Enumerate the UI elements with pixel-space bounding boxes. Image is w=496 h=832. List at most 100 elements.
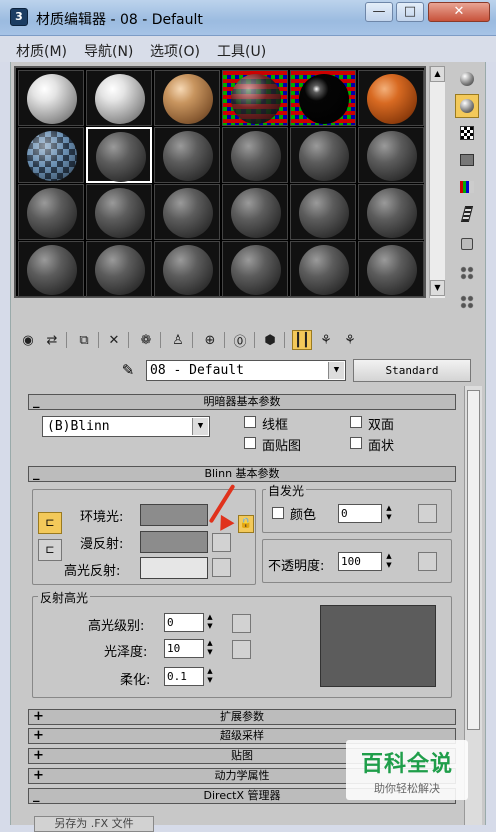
- material-sphere: [231, 131, 281, 181]
- opacity-label: 不透明度:: [268, 559, 325, 574]
- sample-slot[interactable]: [86, 241, 152, 297]
- show-end-result-button[interactable]: ┃┃: [292, 330, 312, 350]
- backlight-button[interactable]: [455, 94, 479, 118]
- sample-slot-selected[interactable]: [86, 127, 152, 183]
- scroll-down-arrow[interactable]: ▼: [430, 280, 445, 296]
- close-button[interactable]: ✕: [428, 2, 490, 22]
- sample-slot[interactable]: [18, 184, 84, 240]
- sample-slot[interactable]: [358, 70, 424, 126]
- material-sphere: [163, 74, 213, 124]
- select-by-material-button[interactable]: [455, 261, 479, 285]
- spec-level-spinner[interactable]: 0: [164, 613, 204, 632]
- opacity-spinner[interactable]: 100: [338, 552, 382, 571]
- backlight-icon: [460, 99, 474, 113]
- sample-type-button[interactable]: [455, 67, 479, 91]
- chevron-down-icon[interactable]: ▼: [192, 418, 208, 435]
- sample-slot[interactable]: [290, 241, 356, 297]
- glossiness-map-button[interactable]: [232, 640, 251, 659]
- menu-navigation[interactable]: 导航(N): [84, 41, 133, 61]
- get-material-button[interactable]: ◉: [18, 330, 38, 350]
- make-preview-button[interactable]: [455, 202, 479, 226]
- sample-slot[interactable]: [86, 184, 152, 240]
- opacity-map-button[interactable]: [418, 552, 437, 571]
- pick-material-eyedropper-icon[interactable]: ✎: [118, 360, 138, 380]
- sample-slot[interactable]: [18, 70, 84, 126]
- self-illum-color-label: 颜色: [290, 508, 317, 523]
- spinner-arrows-icon[interactable]: ▲ ▼: [205, 639, 215, 658]
- material-id-button[interactable]: ⓪: [230, 330, 250, 350]
- go-forward-button[interactable]: ⚘: [340, 330, 360, 350]
- spinner-arrows-icon[interactable]: ▲ ▼: [205, 613, 215, 632]
- rollout-shader-basic[interactable]: _ 明暗器基本参数: [28, 394, 456, 410]
- sample-slot[interactable]: [154, 184, 220, 240]
- film-icon: [460, 206, 474, 222]
- spinner-arrows-icon[interactable]: ▲ ▼: [384, 552, 394, 571]
- menu-tools[interactable]: 工具(U): [217, 41, 266, 61]
- sample-slot[interactable]: [222, 70, 288, 126]
- sample-slot[interactable]: [222, 127, 288, 183]
- sample-slot[interactable]: [86, 70, 152, 126]
- sample-slot[interactable]: [222, 241, 288, 297]
- make-unique-button[interactable]: ♙: [168, 330, 188, 350]
- sample-slot[interactable]: [222, 184, 288, 240]
- lock-diffuse-specular-button[interactable]: ⊏: [38, 539, 62, 561]
- rollout-extended[interactable]: + 扩展参数: [28, 709, 456, 725]
- background-button[interactable]: [455, 121, 479, 145]
- faceted-checkbox[interactable]: [350, 437, 362, 449]
- scroll-up-arrow[interactable]: ▲: [430, 66, 445, 82]
- sample-slot[interactable]: [18, 127, 84, 183]
- sample-slot[interactable]: [290, 184, 356, 240]
- reset-button[interactable]: ✕: [104, 330, 124, 350]
- chevron-down-icon[interactable]: ▼: [328, 362, 344, 379]
- glossiness-spinner[interactable]: 10: [164, 639, 204, 658]
- diffuse-map-button[interactable]: [212, 533, 231, 552]
- copy-material-button[interactable]: ❁: [136, 330, 156, 350]
- uv-tiling-button[interactable]: [455, 148, 479, 172]
- specular-map-button[interactable]: [212, 558, 231, 577]
- ambient-color-swatch[interactable]: [140, 504, 208, 526]
- lock-icon[interactable]: 🔒: [238, 515, 254, 533]
- video-color-check-button[interactable]: [455, 175, 479, 199]
- face-map-checkbox[interactable]: [244, 437, 256, 449]
- assign-material-button[interactable]: ⧉: [74, 330, 94, 350]
- wire-checkbox[interactable]: [244, 416, 256, 428]
- minimize-button[interactable]: —: [365, 2, 393, 22]
- scrollbar-thumb[interactable]: [467, 390, 480, 730]
- sample-slot[interactable]: [154, 127, 220, 183]
- menu-options[interactable]: 选项(O): [150, 41, 200, 61]
- put-to-library-button[interactable]: ⊕: [200, 330, 220, 350]
- shader-type-select[interactable]: (B)Blinn ▼: [42, 416, 210, 437]
- spec-level-map-button[interactable]: [232, 614, 251, 633]
- show-map-button[interactable]: ⬢: [260, 330, 280, 350]
- sample-slot[interactable]: [154, 70, 220, 126]
- material-name-field[interactable]: 08 - Default ▼: [146, 360, 346, 381]
- spinner-arrows-icon[interactable]: ▲ ▼: [384, 504, 394, 523]
- slots-scrollbar[interactable]: ▲ ▼: [429, 66, 445, 298]
- material-type-button[interactable]: Standard: [353, 359, 471, 382]
- options-button[interactable]: [455, 232, 479, 256]
- soften-spinner[interactable]: 0.1: [164, 667, 204, 686]
- spinner-arrows-icon[interactable]: ▲ ▼: [205, 667, 215, 686]
- maximize-button[interactable]: □: [396, 2, 424, 22]
- sample-slot[interactable]: [358, 241, 424, 297]
- lock-ambient-diffuse-button[interactable]: ⊏: [38, 512, 62, 534]
- sample-slot[interactable]: [358, 184, 424, 240]
- put-to-scene-button[interactable]: ⇄: [42, 330, 62, 350]
- go-to-parent-button[interactable]: ⚘: [316, 330, 336, 350]
- sample-slot[interactable]: [154, 241, 220, 297]
- diffuse-color-swatch[interactable]: [140, 531, 208, 553]
- specular-color-swatch[interactable]: [140, 557, 208, 579]
- self-illum-spinner[interactable]: 0: [338, 504, 382, 523]
- menu-material[interactable]: 材质(M): [16, 41, 67, 61]
- sample-slot[interactable]: [18, 241, 84, 297]
- sample-slot[interactable]: [290, 127, 356, 183]
- app-icon[interactable]: 3: [10, 8, 28, 26]
- self-illum-color-checkbox[interactable]: [272, 507, 284, 519]
- sample-slot[interactable]: [290, 70, 356, 126]
- two-sided-checkbox[interactable]: [350, 416, 362, 428]
- rollout-blinn-basic[interactable]: _ Blinn 基本参数: [28, 466, 456, 482]
- sample-slot[interactable]: [358, 127, 424, 183]
- material-navigator-button[interactable]: [455, 290, 479, 314]
- save-fx-file-button[interactable]: 另存为 .FX 文件: [34, 816, 154, 832]
- self-illum-map-button[interactable]: [418, 504, 437, 523]
